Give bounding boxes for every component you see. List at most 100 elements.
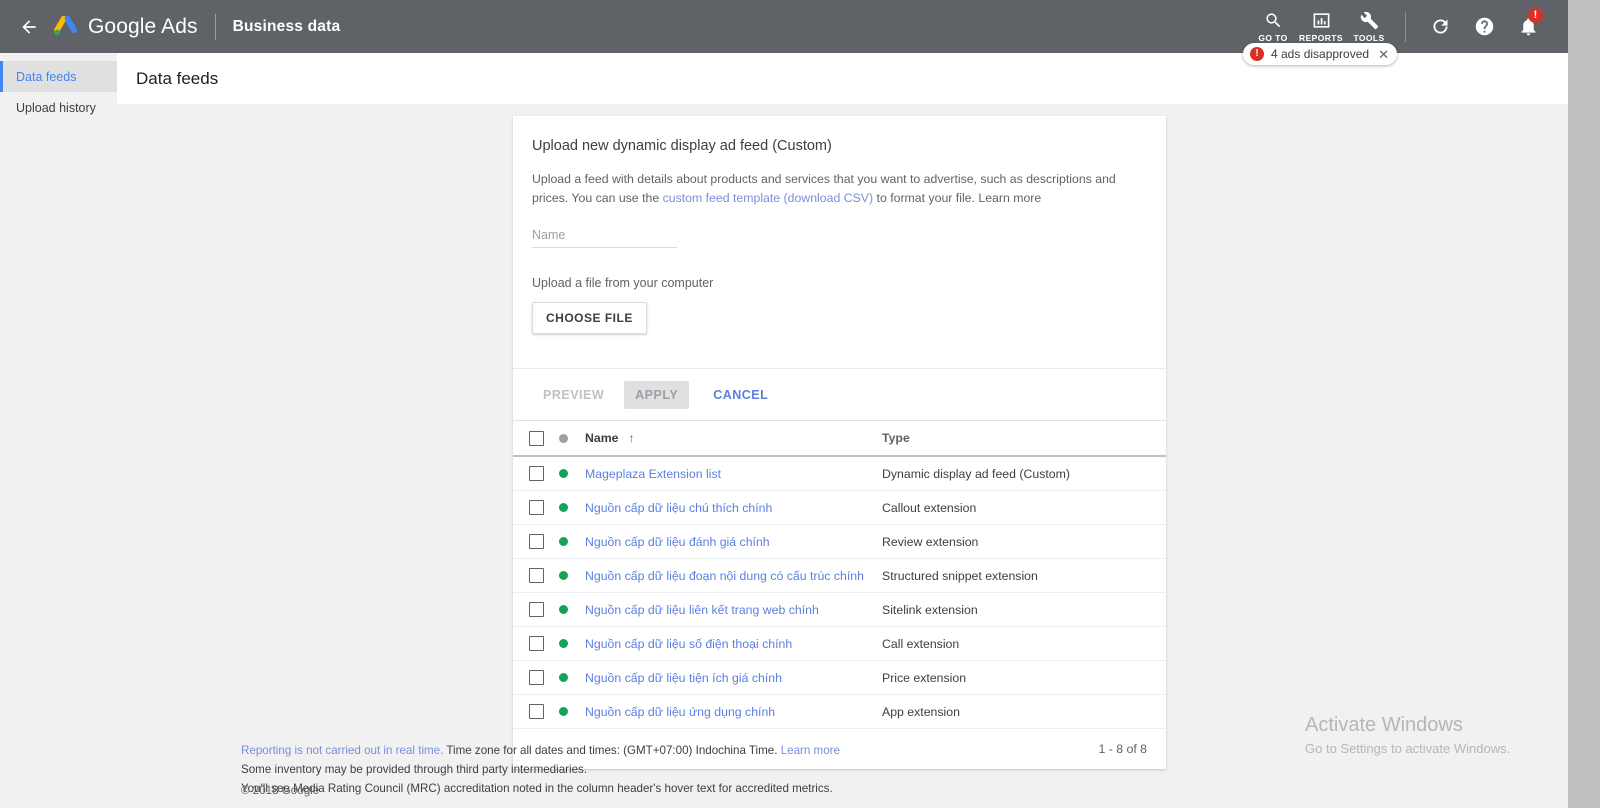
google-ads-logo-icon (52, 15, 79, 39)
feed-type-text: Review extension (882, 534, 979, 549)
table-row[interactable]: Nguồn cấp dữ liệu tiện ích giá chính Pric… (513, 661, 1166, 696)
row-checkbox[interactable] (528, 670, 544, 686)
learn-more-link[interactable]: Learn more (978, 191, 1041, 205)
back-arrow-icon[interactable] (14, 12, 44, 42)
section-title: Business data (232, 17, 341, 35)
row-checkbox[interactable] (528, 534, 544, 550)
row-checkbox-cell (513, 636, 559, 652)
card-action-bar: PREVIEW APPLY CANCEL (513, 368, 1166, 420)
custom-feed-template-link[interactable]: custom feed template (download CSV) (663, 191, 874, 205)
brand-title: Google Ads (88, 14, 198, 38)
status-dot-icon (559, 673, 568, 683)
wrench-tools-icon (1360, 11, 1378, 29)
status-dot-icon (559, 503, 568, 513)
cancel-button[interactable]: CANCEL (702, 381, 779, 409)
notifications-badge: ! (1528, 8, 1543, 23)
pagination-range: 1 - 8 of 8 (1098, 742, 1147, 757)
close-icon[interactable]: ✕ (1378, 48, 1389, 61)
row-checkbox-cell (513, 534, 559, 550)
row-checkbox[interactable] (528, 466, 544, 482)
status-dot-icon (559, 571, 568, 581)
row-checkbox[interactable] (528, 636, 544, 652)
page-scrollbar[interactable] (1568, 0, 1600, 808)
row-checkbox[interactable] (528, 704, 544, 720)
toolbar-divider (1405, 11, 1406, 42)
feed-name-link[interactable]: Nguồn cấp dữ liệu đánh giá chính (585, 535, 882, 549)
feed-name-link[interactable]: Nguồn cấp dữ liệu số điện thoại chính (585, 637, 882, 651)
feed-name-link[interactable]: Mageplaza Extension list (585, 467, 882, 481)
feed-type-text: Structured snippet extension (882, 568, 1038, 583)
row-status-cell (559, 503, 585, 513)
notifications-button[interactable]: ! (1506, 0, 1550, 53)
feed-type-text: Price extension (882, 670, 967, 685)
table-row[interactable]: Nguồn cấp dữ liệu đoạn nội dung có cấu t… (513, 559, 1166, 594)
sidebar-item-data-feeds[interactable]: Data feeds (0, 61, 117, 92)
select-all-checkbox[interactable] (528, 430, 544, 446)
feed-type-text: App extension (882, 704, 960, 719)
row-status-cell (559, 571, 585, 581)
copyright-text: © 2018 Google (241, 784, 320, 797)
table-row[interactable]: Nguồn cấp dữ liệu ứng dụng chính App exte… (513, 695, 1166, 730)
feed-type-text: Call extension (882, 636, 960, 651)
search-icon (1265, 12, 1280, 27)
brand-divider (214, 13, 216, 40)
page-scroll-area: Google Ads Business data GO TO REPORTS T… (0, 0, 1568, 808)
feed-name-link[interactable]: Nguồn cấp dữ liệu chú thích chính (585, 501, 882, 515)
footer-learn-more-link[interactable]: Learn more (781, 744, 840, 757)
sidebar-item-label: Data feeds (16, 69, 77, 84)
row-status-cell (559, 673, 585, 683)
watermark-subtitle: Go to Settings to activate Windows. (1305, 741, 1511, 756)
reports-bar-chart-icon (1313, 12, 1329, 28)
feed-type-text: Sitelink extension (882, 602, 978, 617)
row-checkbox[interactable] (528, 602, 544, 618)
sort-ascending-icon: ↑ (628, 431, 635, 446)
scrollbar-track[interactable] (1568, 0, 1600, 808)
status-dot-icon (559, 537, 568, 547)
error-alert-icon: ! (1250, 47, 1264, 61)
table-row[interactable]: Nguồn cấp dữ liệu chú thích chính Callout… (513, 491, 1166, 526)
preview-button[interactable]: PREVIEW (532, 381, 615, 409)
feed-name-input[interactable] (532, 226, 677, 249)
sidebar: Data feeds Upload history (0, 53, 117, 808)
column-header-name[interactable]: Name ↑ (585, 431, 882, 445)
status-dot-icon (559, 707, 568, 717)
column-header-type[interactable]: Type (882, 431, 910, 445)
footer-line-2: Some inventory may be provided through t… (241, 762, 588, 776)
footer-line-3: You'll see Media Rating Council (MRC) ac… (241, 781, 833, 795)
feed-name-link[interactable]: Nguồn cấp dữ liệu đoạn nội dung có cấu t… (585, 569, 882, 583)
windows-activation-watermark: Activate Windows Go to Settings to activ… (1305, 714, 1510, 756)
table-row[interactable]: Nguồn cấp dữ liệu số điện thoại chính Cal… (513, 627, 1166, 662)
help-button[interactable] (1462, 0, 1506, 53)
sidebar-item-label: Upload history (16, 100, 96, 115)
choose-file-button[interactable]: CHOOSE FILE (532, 302, 647, 335)
feed-name-link[interactable]: Nguồn cấp dữ liệu liên kết trang web chí… (585, 603, 882, 617)
row-status-cell (559, 469, 585, 479)
refresh-button[interactable] (1418, 0, 1462, 53)
footer-disclaimer: Reporting is not carried out in real tim… (241, 742, 840, 798)
reporting-delay-link[interactable]: Reporting is not carried out in real tim… (241, 744, 443, 757)
table-row[interactable]: Mageplaza Extension list Dynamic display … (513, 457, 1166, 492)
table-row[interactable]: Nguồn cấp dữ liệu liên kết trang web chí… (513, 593, 1166, 628)
row-checkbox-cell (513, 670, 559, 686)
timezone-text: Time zone for all dates and times: (GMT+… (443, 744, 781, 757)
feed-type-text: Dynamic display ad feed (Custom) (882, 466, 1070, 481)
row-checkbox[interactable] (528, 500, 544, 516)
table-header-row: Name ↑ Type (513, 421, 1166, 458)
status-dot-icon (559, 605, 568, 615)
row-status-cell (559, 707, 585, 717)
goto-label: GO TO (1258, 32, 1288, 43)
apply-button[interactable]: APPLY (624, 380, 690, 409)
upload-feed-card: Upload new dynamic display ad feed (Cust… (513, 116, 1166, 770)
sidebar-item-upload-history[interactable]: Upload history (0, 92, 117, 123)
notification-toast[interactable]: ! 4 ads disapproved ✕ (1243, 43, 1397, 65)
status-dot-icon (559, 469, 568, 479)
tools-label: TOOLS (1353, 32, 1385, 43)
reports-label: REPORTS (1299, 32, 1343, 43)
feed-name-link[interactable]: Nguồn cấp dữ liệu tiện ích giá chính (585, 671, 882, 685)
row-status-cell (559, 639, 585, 649)
app-window: Google Ads Business data GO TO REPORTS T… (0, 0, 1600, 808)
table-row[interactable]: Nguồn cấp dữ liệu đánh giá chính Review e… (513, 525, 1166, 560)
status-dot-icon (559, 639, 568, 649)
row-checkbox[interactable] (528, 568, 544, 584)
feed-name-link[interactable]: Nguồn cấp dữ liệu ứng dụng chính (585, 705, 882, 719)
